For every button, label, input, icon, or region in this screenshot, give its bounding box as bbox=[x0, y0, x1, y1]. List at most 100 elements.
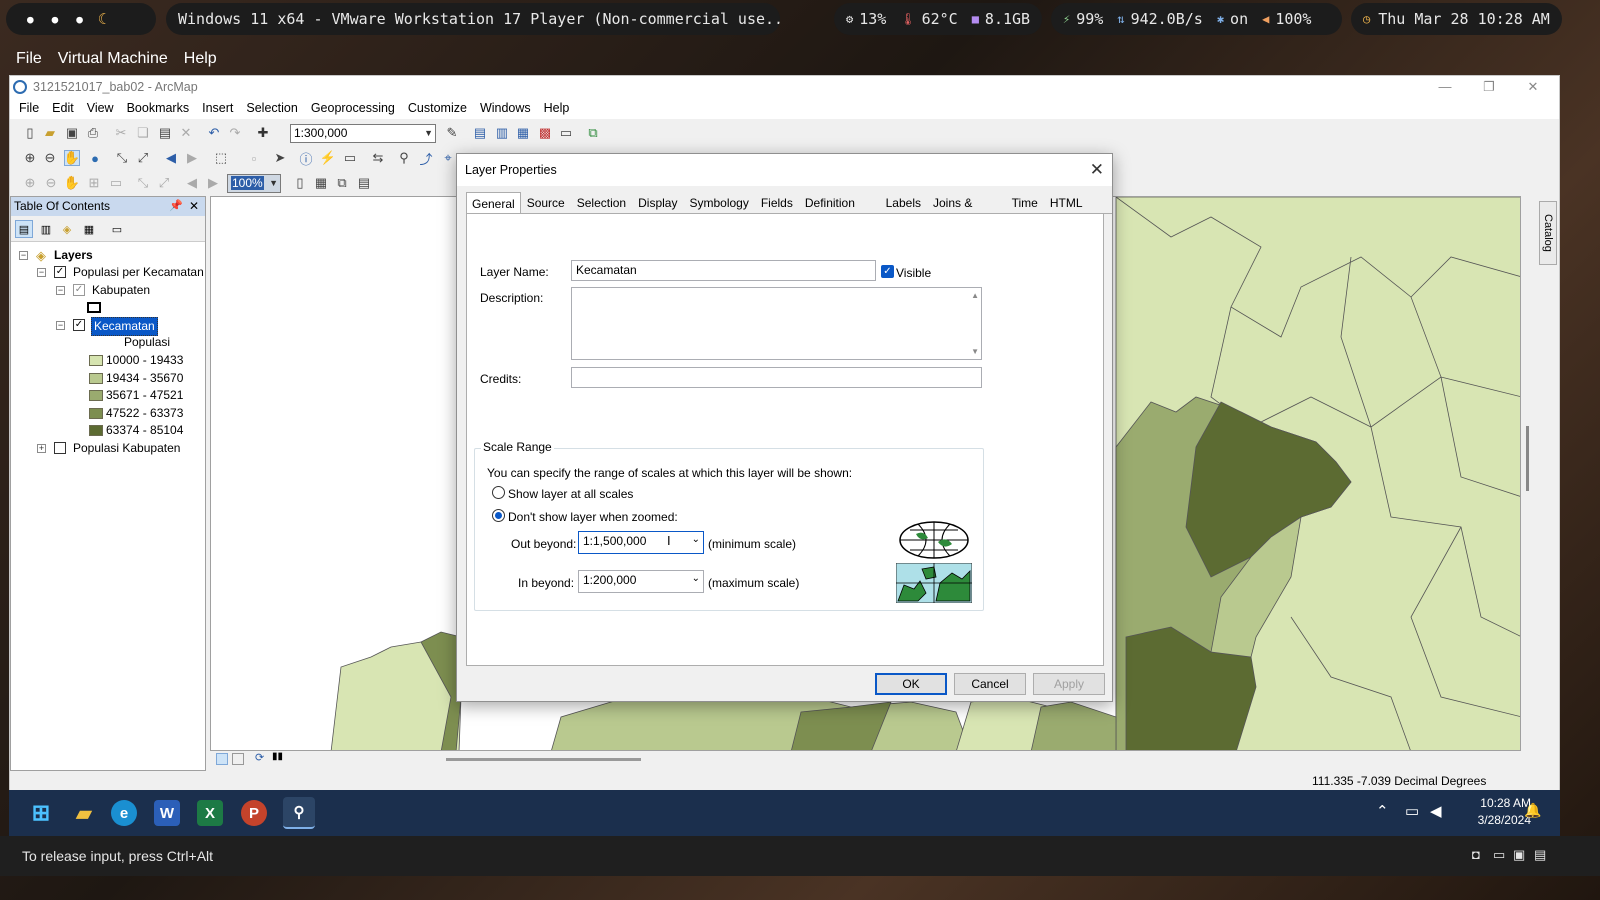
legend-swatch[interactable] bbox=[89, 372, 103, 384]
select-elements-icon[interactable]: ➤ bbox=[272, 150, 288, 166]
pause-drawing-icon[interactable]: ▮▮ bbox=[272, 751, 283, 762]
tab-labels[interactable]: Labels bbox=[879, 192, 927, 214]
menu-help[interactable]: Help bbox=[544, 101, 570, 115]
arcmap-taskbar-icon[interactable]: ⚲ bbox=[283, 797, 315, 829]
horizontal-scrollbar[interactable] bbox=[446, 758, 641, 761]
vm-menu-virtual-machine[interactable]: Virtual Machine bbox=[58, 50, 168, 68]
legend-swatch[interactable] bbox=[89, 407, 103, 419]
layout-forward-icon[interactable]: ▶ bbox=[205, 175, 221, 191]
layout-back-icon[interactable]: ◀ bbox=[184, 175, 200, 191]
workspace-dot-icon[interactable]: ● bbox=[27, 13, 34, 26]
layer-visibility-checkbox[interactable]: ✓ bbox=[73, 319, 85, 331]
vm-menu-file[interactable]: File bbox=[16, 50, 42, 68]
excel-icon[interactable]: X bbox=[197, 800, 223, 826]
cut-icon[interactable]: ✂ bbox=[113, 125, 129, 141]
notification-bell-icon[interactable]: 🔔 bbox=[1524, 802, 1541, 819]
print-icon[interactable]: ⎙ bbox=[85, 125, 101, 141]
collapse-icon[interactable]: − bbox=[19, 251, 28, 260]
tab-display[interactable]: Display bbox=[632, 192, 684, 214]
model-builder-icon[interactable]: ⧉ bbox=[585, 125, 601, 141]
undo-icon[interactable]: ↶ bbox=[206, 125, 222, 141]
collapse-icon[interactable]: − bbox=[56, 321, 65, 330]
focus-data-frame-icon[interactable]: ▦ bbox=[313, 175, 329, 191]
redo-icon[interactable]: ↷ bbox=[227, 125, 243, 141]
scroll-down-icon[interactable]: ▼ bbox=[971, 347, 979, 356]
zoom-100-icon[interactable]: ▭ bbox=[108, 175, 124, 191]
vm-menu-help[interactable]: Help bbox=[184, 50, 217, 68]
forward-extent-icon[interactable]: ▶ bbox=[184, 150, 200, 166]
copy-icon[interactable]: ❏ bbox=[135, 125, 151, 141]
zoom-in-icon[interactable]: ⊕ bbox=[22, 150, 38, 166]
edge-browser-icon[interactable]: e bbox=[111, 800, 137, 826]
vm-sound-icon[interactable]: ▤ bbox=[1534, 847, 1546, 863]
data-view-icon[interactable] bbox=[216, 753, 228, 765]
pan-icon[interactable]: ✋ bbox=[64, 150, 80, 166]
out-beyond-combo[interactable]: 1:1,500,000 I ⌄ bbox=[578, 531, 704, 554]
show-all-scales-radio[interactable] bbox=[492, 486, 505, 499]
menu-file[interactable]: File bbox=[19, 101, 39, 115]
vertical-scrollbar[interactable] bbox=[1526, 426, 1529, 491]
layer-name-input[interactable]: Kecamatan bbox=[571, 260, 876, 281]
legend-swatch[interactable] bbox=[89, 390, 103, 401]
speaker-tray-icon[interactable]: ◀ bbox=[1430, 802, 1442, 820]
legend-swatch[interactable] bbox=[89, 425, 103, 436]
tab-source[interactable]: Source bbox=[520, 192, 571, 214]
find-route-icon[interactable]: ⤴ bbox=[418, 150, 434, 167]
search-window-icon[interactable]: ▦ bbox=[515, 125, 531, 141]
catalog-side-tab[interactable]: Catalog bbox=[1539, 201, 1557, 265]
fixed-layout-zoom-out-icon[interactable]: ⤢ bbox=[156, 175, 172, 191]
back-extent-icon[interactable]: ◀ bbox=[163, 150, 179, 166]
layout-zoom-out-icon[interactable]: ⊖ bbox=[43, 175, 59, 191]
tab-general[interactable]: General bbox=[466, 192, 521, 214]
new-document-icon[interactable]: ▯ bbox=[22, 125, 38, 141]
menu-edit[interactable]: Edit bbox=[52, 101, 74, 115]
collapse-icon[interactable]: − bbox=[56, 286, 65, 295]
cancel-button[interactable]: Cancel bbox=[954, 673, 1026, 695]
layout-zoom-in-icon[interactable]: ⊕ bbox=[22, 175, 38, 191]
menu-geoprocessing[interactable]: Geoprocessing bbox=[311, 101, 395, 115]
tab-fields[interactable]: Fields bbox=[754, 192, 799, 214]
workspace-dot-icon[interactable]: ● bbox=[52, 13, 59, 26]
expand-icon[interactable]: + bbox=[37, 444, 46, 453]
toggle-draft-mode-icon[interactable]: ▯ bbox=[292, 175, 308, 191]
hollow-polygon-symbol[interactable] bbox=[87, 302, 101, 313]
tab-symbology[interactable]: Symbology bbox=[683, 192, 755, 214]
workspace-dot-icon[interactable]: ● bbox=[76, 13, 83, 26]
measure-icon[interactable]: ⇆ bbox=[370, 150, 386, 166]
description-textarea[interactable]: ▲ ▼ bbox=[571, 287, 982, 360]
delete-icon[interactable]: ✕ bbox=[178, 125, 194, 141]
collapse-icon[interactable]: − bbox=[37, 268, 46, 277]
tab-html-popup[interactable]: HTML Popup bbox=[1043, 192, 1112, 232]
html-popup-icon[interactable]: ▭ bbox=[342, 150, 358, 166]
close-icon[interactable]: ✕ bbox=[1511, 76, 1555, 97]
layout-view-icon[interactable] bbox=[232, 753, 244, 765]
dialog-close-icon[interactable]: ✕ bbox=[1090, 154, 1104, 186]
data-driven-pages-icon[interactable]: ▤ bbox=[356, 175, 372, 191]
add-data-icon[interactable]: ✚ bbox=[255, 125, 271, 141]
zoom-out-icon[interactable]: ⊖ bbox=[42, 150, 58, 166]
options-icon[interactable]: ▭ bbox=[108, 220, 126, 238]
vm-network-icon[interactable]: ▭ bbox=[1493, 847, 1505, 863]
go-to-xy-icon[interactable]: ⌖ bbox=[440, 150, 456, 166]
identify-icon[interactable]: ⓘ bbox=[298, 150, 314, 167]
ok-button[interactable]: OK bbox=[875, 673, 947, 695]
open-folder-icon[interactable]: ▰ bbox=[42, 125, 58, 141]
tab-definition-query[interactable]: Definition Query bbox=[798, 192, 880, 232]
scroll-up-icon[interactable]: ▲ bbox=[971, 291, 979, 300]
taskbar-date[interactable]: 3/28/2024 bbox=[1460, 813, 1531, 827]
layout-zoom-combo[interactable]: 100% ▼ bbox=[227, 174, 281, 193]
powerpoint-icon[interactable]: P bbox=[241, 800, 267, 826]
arctoolbox-icon[interactable]: ▩ bbox=[537, 125, 553, 141]
paste-icon[interactable]: ▤ bbox=[157, 125, 173, 141]
layout-pan-icon[interactable]: ✋ bbox=[64, 175, 80, 191]
zoom-whole-page-icon[interactable]: ⊞ bbox=[86, 175, 102, 191]
fixed-layout-zoom-in-icon[interactable]: ⤡ bbox=[135, 175, 151, 191]
menu-bookmarks[interactable]: Bookmarks bbox=[127, 101, 190, 115]
apply-button[interactable]: Apply bbox=[1033, 673, 1105, 695]
taskbar-time[interactable]: 10:28 AM bbox=[1469, 796, 1531, 810]
menu-selection[interactable]: Selection bbox=[246, 101, 297, 115]
select-features-icon[interactable]: ⬚ bbox=[213, 150, 229, 166]
menu-customize[interactable]: Customize bbox=[408, 101, 467, 115]
fixed-zoom-out-icon[interactable]: ⤢ bbox=[135, 150, 151, 166]
list-by-selection-icon[interactable]: ▦ bbox=[80, 220, 98, 238]
